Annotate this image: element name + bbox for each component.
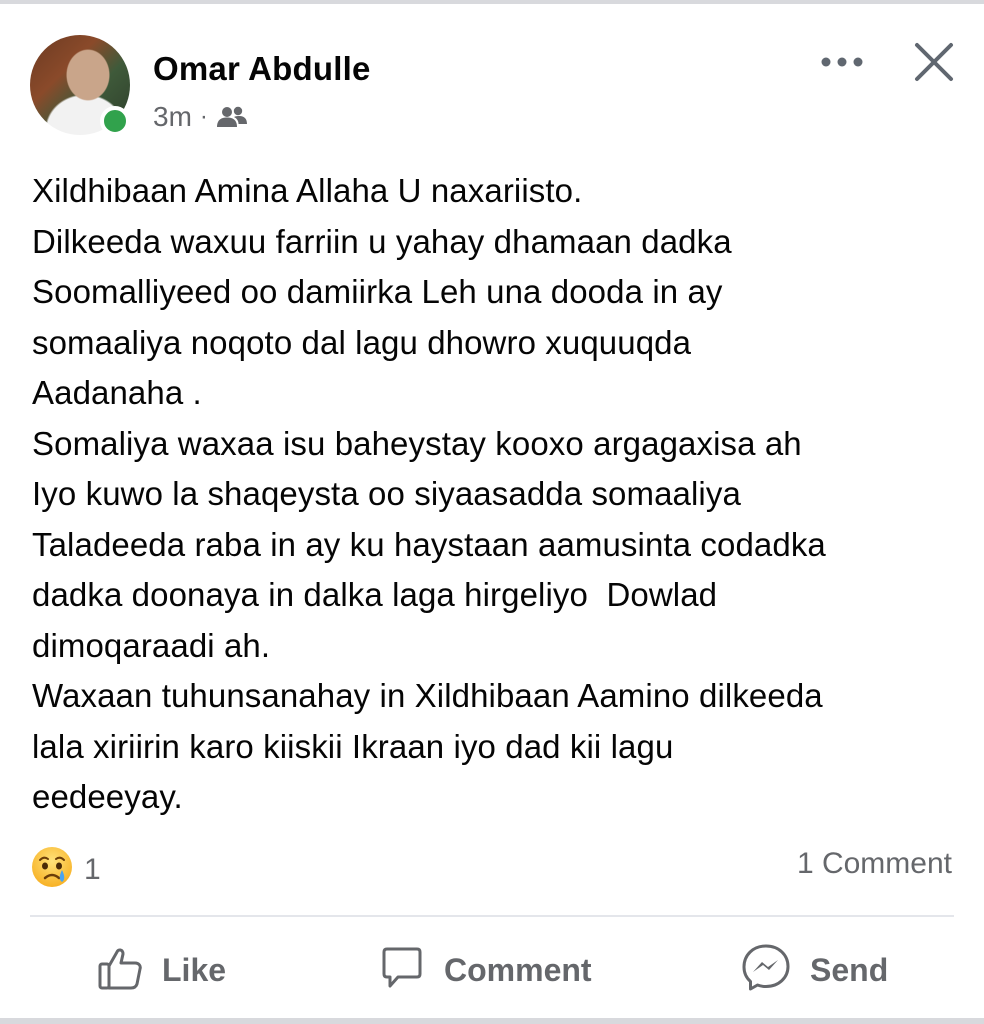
divider bbox=[30, 915, 954, 917]
post-text-line: lala xiriirin karo kiiskii Ikraan iyo da… bbox=[32, 727, 674, 765]
like-label: Like bbox=[162, 951, 227, 988]
post-text-line: Taladeeda raba in ay ku haystaan aamusin… bbox=[32, 525, 826, 563]
post-text-line: dimoqaraadi ah. bbox=[32, 626, 271, 664]
meta-separator: · bbox=[199, 103, 208, 130]
comment-icon bbox=[378, 944, 426, 997]
send-label: Send bbox=[810, 951, 889, 988]
thumbs-up-icon bbox=[96, 944, 144, 997]
post-text-line: Somaliya waxaa isu baheystay kooxo argag… bbox=[32, 424, 802, 462]
author-name[interactable]: Omar Abdulle bbox=[153, 50, 371, 88]
close-button[interactable] bbox=[910, 38, 958, 86]
more-icon bbox=[821, 57, 863, 67]
post-text-line: dadka doonaya in dalka laga hirgeliyo Do… bbox=[32, 576, 718, 613]
post-text-line: Xildhibaan Amina Allaha U naxariisto. bbox=[32, 172, 583, 209]
post-text: Xildhibaan Amina Allaha U naxariisto. Di… bbox=[32, 166, 962, 823]
post-text-line: Soomalliyeed oo damiirka Leh una dooda i… bbox=[32, 273, 723, 310]
messenger-icon bbox=[740, 942, 792, 999]
friends-icon bbox=[216, 105, 248, 129]
comment-count-link[interactable]: 1 Comment bbox=[797, 847, 952, 881]
more-options-button[interactable] bbox=[812, 42, 872, 82]
comment-button[interactable]: Comment bbox=[378, 930, 592, 1010]
action-bar: Like Comment Send bbox=[0, 930, 984, 1010]
comment-label: Comment bbox=[444, 951, 592, 988]
post-text-line: somaaliya noqoto dal lagu dhowro xuquuqd… bbox=[32, 323, 692, 361]
bottom-edge bbox=[0, 1018, 984, 1024]
reactions-summary[interactable]: 1 bbox=[30, 845, 101, 894]
post-time[interactable]: 3m bbox=[153, 101, 192, 133]
online-status-dot bbox=[100, 106, 130, 136]
reaction-count: 1 bbox=[84, 852, 101, 886]
like-button[interactable]: Like bbox=[96, 930, 226, 1010]
post-text-line: Waxaan tuhunsanahay in Xildhibaan Aamino… bbox=[32, 677, 823, 714]
post-meta: 3m · bbox=[153, 101, 248, 133]
post-text-line: Dilkeeda waxuu farriin u yahay dhamaan d… bbox=[32, 222, 732, 260]
post-text-line: Iyo kuwo la shaqeysta oo siyaasadda soma… bbox=[32, 475, 741, 512]
post-text-line: Aadanaha . bbox=[32, 374, 202, 411]
post-header: Omar Abdulle 3m · bbox=[0, 0, 984, 150]
close-icon bbox=[915, 43, 953, 81]
crying-face-icon bbox=[30, 845, 74, 894]
post-text-line: eedeeyay. bbox=[32, 778, 183, 815]
send-button[interactable]: Send bbox=[740, 930, 888, 1010]
